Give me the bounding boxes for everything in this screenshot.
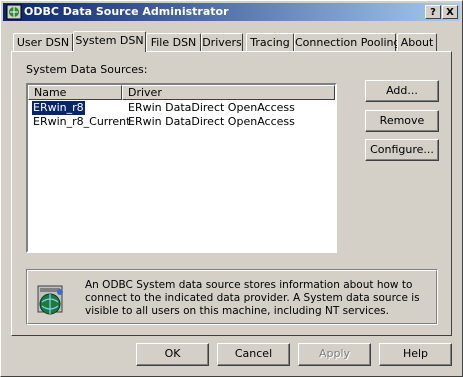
help-button[interactable]: Help <box>379 343 452 366</box>
tab-system-dsn[interactable]: System DSN <box>73 31 146 52</box>
close-title-button[interactable]: X <box>442 5 458 19</box>
window-title: ODBC Data Source Administrator <box>24 5 229 18</box>
apply-button[interactable]: Apply <box>298 343 371 366</box>
row-driver: ERwin DataDirect OpenAccess <box>128 115 295 128</box>
row-name: ERwin_r8 <box>31 100 86 116</box>
tab-file-dsn[interactable]: File DSN <box>146 33 201 51</box>
list-item[interactable]: ERwin_r8 ERwin DataDirect OpenAccess <box>30 100 330 116</box>
list-header: Name Driver <box>28 85 335 100</box>
tab-about[interactable]: About <box>397 33 437 51</box>
tab-connection-pooling[interactable]: Connection Pooling <box>294 33 401 51</box>
info-text: An ODBC System data source stores inform… <box>85 279 420 317</box>
system-sources-list[interactable]: Name Driver ERwin_r8 ERwin DataDirect Op… <box>26 83 337 253</box>
help-title-button[interactable]: ? <box>425 5 441 19</box>
database-globe-icon <box>37 285 63 315</box>
cancel-button[interactable]: Cancel <box>217 343 290 366</box>
configure-button[interactable]: Configure... <box>365 139 439 161</box>
list-item[interactable]: ERwin_r8_Current ERwin DataDirect OpenAc… <box>30 115 330 129</box>
column-header-driver[interactable]: Driver <box>122 85 335 100</box>
tab-drivers[interactable]: Drivers <box>201 33 243 51</box>
add-button[interactable]: Add... <box>365 80 439 102</box>
row-name: ERwin_r8_Current <box>33 115 131 128</box>
row-driver: ERwin DataDirect OpenAccess <box>128 101 295 114</box>
tab-user-dsn[interactable]: User DSN <box>13 33 73 51</box>
title-bar[interactable]: ODBC Data Source Administrator ? X <box>3 3 460 21</box>
remove-button[interactable]: Remove <box>365 110 439 132</box>
ok-button[interactable]: OK <box>136 343 209 366</box>
dialog-window: ODBC Data Source Administrator ? X User … <box>0 0 463 377</box>
system-sources-label: System Data Sources: <box>26 63 148 76</box>
tab-tracing[interactable]: Tracing <box>246 33 294 51</box>
info-box-inner: An ODBC System data source stores inform… <box>27 270 437 324</box>
info-box: An ODBC System data source stores inform… <box>26 269 438 325</box>
odbc-app-icon <box>6 4 22 20</box>
column-header-name[interactable]: Name <box>28 85 122 100</box>
